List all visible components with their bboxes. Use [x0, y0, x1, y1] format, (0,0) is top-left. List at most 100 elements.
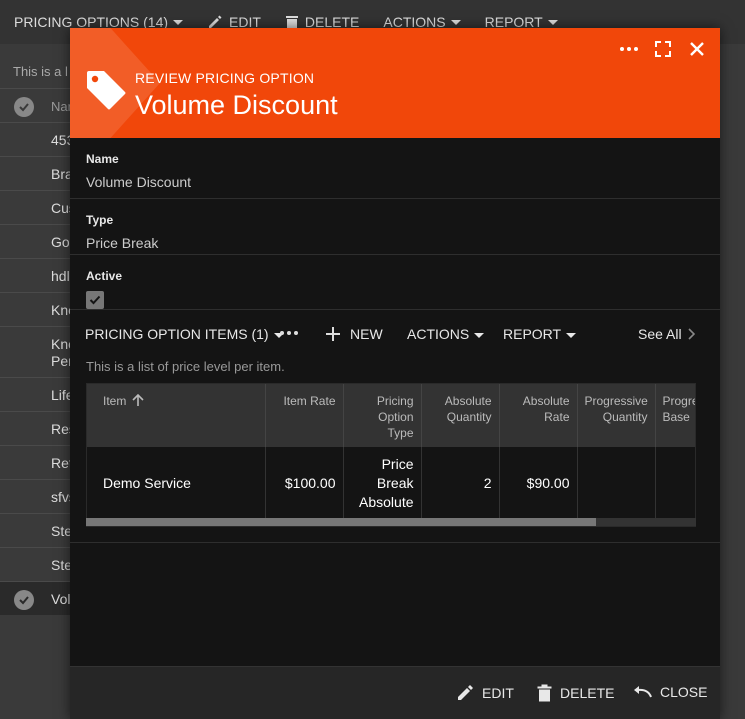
items-actions-menu[interactable]: ACTIONS	[407, 326, 485, 342]
cell-item-rate: $100.00	[265, 447, 344, 519]
name-field: Name Volume Discount	[70, 138, 720, 199]
sort-ascending-icon	[132, 394, 144, 406]
items-actions-label: ACTIONS	[407, 326, 470, 342]
grid-header-row: Item Item Rate Pricing Option Type Absol…	[87, 384, 696, 447]
column-header-pricing-option-type[interactable]: Pricing Option Type	[343, 384, 422, 447]
bg-list-header[interactable]: Nar	[0, 88, 80, 122]
items-report-menu[interactable]: REPORT	[503, 326, 577, 342]
maximize-icon[interactable]	[654, 40, 672, 58]
list-item[interactable]: Kno Per	[0, 326, 80, 377]
list-item[interactable]: Go	[0, 224, 80, 258]
dialog-header: REVIEW PRICING OPTION Volume Discount	[70, 28, 720, 138]
select-all-check-icon[interactable]	[14, 97, 34, 117]
active-checkbox	[86, 291, 104, 309]
list-item[interactable]: Bra	[0, 156, 80, 190]
new-item-button[interactable]: NEW	[325, 326, 383, 342]
list-item[interactable]: Ste	[0, 513, 80, 547]
chevron-down-icon	[547, 19, 558, 25]
list-item-label: hdl	[51, 268, 70, 284]
close-icon[interactable]	[688, 40, 706, 58]
pencil-icon	[458, 685, 473, 700]
items-toolbar: PRICING OPTION ITEMS (1) NEW ACTIONS REP…	[70, 322, 720, 348]
cell-progressive-quantity	[577, 447, 656, 519]
list-item[interactable]: Ret	[0, 445, 80, 479]
close-label: CLOSE	[660, 684, 708, 700]
list-item-label: Vol	[51, 591, 71, 607]
undo-icon	[634, 686, 652, 698]
items-grid: Item Item Rate Pricing Option Type Absol…	[86, 383, 696, 527]
column-header-absolute-quantity[interactable]: Absolute Quantity	[421, 384, 500, 447]
column-header-progressive-quantity[interactable]: Progressive Quantity	[577, 384, 656, 447]
pricing-option-dialog: REVIEW PRICING OPTION Volume Discount Na…	[70, 28, 720, 719]
list-item[interactable]: Cus	[0, 190, 80, 224]
type-field: Type Price Break	[70, 199, 720, 255]
cell-item: Demo Service	[87, 447, 266, 519]
list-item-label: Ste	[51, 557, 73, 573]
items-more-icon[interactable]	[280, 326, 298, 343]
column-header-label: Progressive Quantity	[584, 394, 648, 424]
cell-absolute-rate: $90.00	[499, 447, 578, 519]
active-field: Active	[70, 255, 720, 310]
trash-icon	[537, 684, 552, 702]
table-row[interactable]: Demo Service $100.00 Price Break Absolut…	[87, 447, 695, 519]
cell-absolute-quantity: 2	[421, 447, 500, 519]
column-header-label: Pricing Option Type	[376, 394, 414, 440]
chevron-down-icon	[173, 19, 184, 25]
close-button[interactable]: CLOSE	[632, 684, 707, 700]
active-label: Active	[86, 269, 123, 283]
list-item[interactable]: hdl	[0, 258, 80, 292]
horizontal-scrollbar[interactable]	[86, 518, 696, 526]
chevron-down-icon	[474, 332, 485, 338]
items-description: This is a list of price level per item.	[86, 359, 285, 374]
items-title-menu[interactable]: PRICING OPTION ITEMS (1)	[85, 326, 284, 342]
items-report-label: REPORT	[503, 326, 562, 342]
chevron-down-icon	[566, 332, 577, 338]
items-title-label: PRICING OPTION ITEMS (1)	[85, 326, 269, 342]
bg-description: This is a l	[13, 64, 68, 79]
column-header-progressive-base[interactable]: Progressive Base	[655, 384, 696, 447]
list-item[interactable]: sfvs	[0, 479, 80, 513]
divider	[70, 542, 720, 543]
list-item-label: Go	[51, 234, 70, 250]
chevron-down-icon	[450, 19, 461, 25]
delete-label: DELETE	[560, 685, 615, 701]
edit-label: EDIT	[482, 685, 514, 701]
see-all-link[interactable]: See All	[638, 326, 695, 342]
new-item-label: NEW	[350, 326, 383, 342]
cell-progressive-base	[655, 447, 695, 519]
dialog-subtitle: REVIEW PRICING OPTION	[135, 70, 315, 86]
cell-pricing-option-type: Price Break Absolute	[343, 447, 422, 519]
column-header-label: Item	[103, 394, 127, 408]
column-header-label: Absolute Quantity	[444, 394, 492, 424]
check-icon[interactable]	[14, 590, 34, 610]
bg-list: Nar 453 Bra Cus Go hdl Kno Kno Per Life …	[0, 88, 80, 615]
delete-button[interactable]: DELETE	[537, 684, 614, 702]
dialog-title: Volume Discount	[135, 90, 338, 120]
more-options-icon[interactable]	[620, 40, 638, 58]
column-header-label: Absolute Rate	[522, 394, 570, 424]
bg-header-name: Nar	[51, 99, 72, 114]
edit-button[interactable]: EDIT	[456, 684, 514, 702]
type-value: Price Break	[86, 235, 159, 251]
scrollbar-thumb[interactable]	[86, 518, 596, 526]
see-all-label: See All	[638, 326, 682, 342]
list-item[interactable]: 453	[0, 122, 80, 156]
column-header-label: Progressive Base	[662, 394, 696, 424]
column-header-label: Item Rate	[283, 394, 336, 408]
list-item[interactable]: Res	[0, 411, 80, 445]
name-label: Name	[86, 152, 119, 166]
list-item-selected[interactable]: Vol	[0, 581, 80, 615]
column-header-absolute-rate[interactable]: Absolute Rate	[499, 384, 578, 447]
chevron-right-icon	[688, 328, 695, 340]
dialog-footer: EDIT DELETE CLOSE	[70, 666, 720, 719]
check-icon	[89, 295, 101, 305]
list-item-label: Ste	[51, 523, 73, 539]
dialog-header-controls	[620, 40, 706, 58]
list-item[interactable]: Ste	[0, 547, 80, 581]
list-item[interactable]: Life	[0, 377, 80, 411]
column-header-item-rate[interactable]: Item Rate	[265, 384, 344, 447]
type-label: Type	[86, 213, 114, 227]
plus-icon	[326, 327, 340, 341]
column-header-item[interactable]: Item	[87, 384, 266, 447]
list-item[interactable]: Kno	[0, 292, 80, 326]
